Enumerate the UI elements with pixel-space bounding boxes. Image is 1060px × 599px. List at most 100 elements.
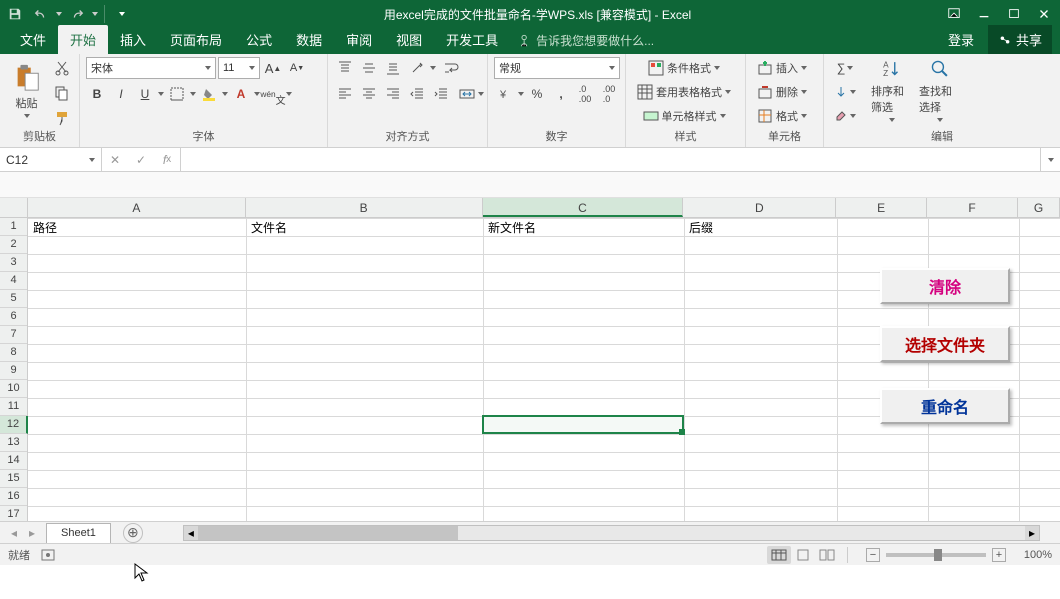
row-header-17[interactable]: 17 — [0, 506, 27, 521]
add-sheet-button[interactable]: ⊕ — [123, 523, 143, 543]
close-button[interactable] — [1032, 2, 1056, 26]
col-header-B[interactable]: B — [246, 198, 483, 217]
decrease-decimal-button[interactable]: .00.0 — [598, 83, 620, 105]
phonetic-button[interactable]: wén文 — [262, 83, 284, 105]
autosum-button[interactable]: ∑ — [830, 57, 860, 79]
tab-home[interactable]: 开始 — [58, 25, 108, 54]
insert-function-button[interactable]: fx — [154, 149, 180, 171]
cell-C1[interactable]: 新文件名 — [485, 218, 539, 237]
number-format-combo[interactable]: 常规 — [494, 57, 620, 79]
align-right-button[interactable] — [382, 83, 404, 105]
view-normal-button[interactable] — [767, 546, 791, 564]
row-header-6[interactable]: 6 — [0, 308, 27, 326]
row-header-1[interactable]: 1 — [0, 218, 27, 236]
format-cells-button[interactable]: 格式 — [752, 105, 812, 127]
macro-record-button[interactable] — [38, 547, 58, 563]
row-header-4[interactable]: 4 — [0, 272, 27, 290]
col-header-G[interactable]: G — [1018, 198, 1060, 217]
cell-D1[interactable]: 后缀 — [686, 218, 716, 237]
view-page-layout-button[interactable] — [791, 546, 815, 564]
zoom-out-button[interactable]: − — [866, 548, 880, 562]
format-painter-button[interactable] — [51, 107, 73, 129]
wrap-text-button[interactable] — [438, 57, 464, 79]
font-name-combo[interactable]: 宋体 — [86, 57, 216, 79]
sheet-tab[interactable]: Sheet1 — [46, 523, 111, 543]
save-button[interactable] — [4, 3, 26, 25]
ribbon-options-button[interactable] — [942, 2, 966, 26]
tab-insert[interactable]: 插入 — [108, 25, 158, 54]
row-header-15[interactable]: 15 — [0, 470, 27, 488]
formula-expand-button[interactable] — [1040, 148, 1060, 171]
bold-button[interactable]: B — [86, 83, 108, 105]
sort-filter-button[interactable]: AZ 排序和筛选 — [870, 57, 914, 123]
row-header-11[interactable]: 11 — [0, 398, 27, 416]
align-center-button[interactable] — [358, 83, 380, 105]
align-top-button[interactable] — [334, 57, 356, 79]
col-header-F[interactable]: F — [927, 198, 1018, 217]
zoom-slider[interactable] — [886, 553, 986, 557]
cut-button[interactable] — [51, 57, 73, 79]
cancel-formula-button[interactable]: ✕ — [102, 149, 128, 171]
font-size-combo[interactable]: 11 — [218, 57, 260, 79]
paste-button[interactable]: 粘贴 — [6, 57, 47, 123]
col-header-E[interactable]: E — [836, 198, 927, 217]
merge-button[interactable] — [454, 83, 489, 105]
find-select-button[interactable]: 查找和选择 — [918, 57, 962, 123]
increase-font-button[interactable]: A▲ — [262, 57, 284, 79]
table-format-button[interactable]: 套用表格格式 — [632, 81, 736, 103]
italic-button[interactable]: I — [110, 83, 132, 105]
align-bottom-button[interactable] — [382, 57, 404, 79]
tab-review[interactable]: 审阅 — [334, 25, 384, 54]
row-header-2[interactable]: 2 — [0, 236, 27, 254]
share-button[interactable]: 共享 — [988, 25, 1052, 54]
row-header-10[interactable]: 10 — [0, 380, 27, 398]
orientation-button[interactable] — [406, 57, 428, 79]
login-button[interactable]: 登录 — [940, 26, 982, 53]
fill-color-button[interactable] — [198, 83, 220, 105]
increase-indent-button[interactable] — [430, 83, 452, 105]
sheet-nav-last[interactable]: ▸ — [24, 525, 40, 541]
delete-cells-button[interactable]: 删除 — [752, 81, 812, 103]
comma-button[interactable]: , — [550, 83, 572, 105]
sheet-nav-first[interactable]: ◂ — [6, 525, 22, 541]
increase-decimal-button[interactable]: .0.00 — [574, 83, 596, 105]
fill-handle[interactable] — [679, 429, 685, 435]
accounting-button[interactable]: ¥ — [494, 83, 516, 105]
row-header-16[interactable]: 16 — [0, 488, 27, 506]
align-left-button[interactable] — [334, 83, 356, 105]
row-header-8[interactable]: 8 — [0, 344, 27, 362]
tab-formula[interactable]: 公式 — [234, 25, 284, 54]
zoom-in-button[interactable]: + — [992, 548, 1006, 562]
macro-button-0[interactable]: 清除 — [880, 268, 1010, 304]
row-header-7[interactable]: 7 — [0, 326, 27, 344]
clear-button[interactable] — [830, 105, 860, 127]
tab-dev[interactable]: 开发工具 — [434, 25, 510, 54]
decrease-indent-button[interactable] — [406, 83, 428, 105]
col-header-A[interactable]: A — [28, 198, 246, 217]
row-header-13[interactable]: 13 — [0, 434, 27, 452]
tell-me-search[interactable]: 告诉我您想要做什么... — [510, 27, 662, 54]
underline-button[interactable]: U — [134, 83, 156, 105]
active-cell-selection[interactable] — [482, 415, 684, 434]
maximize-button[interactable] — [1002, 2, 1026, 26]
row-header-12[interactable]: 12 — [0, 416, 28, 434]
macro-button-1[interactable]: 选择文件夹 — [880, 326, 1010, 362]
tab-data[interactable]: 数据 — [284, 25, 334, 54]
border-button[interactable] — [166, 83, 188, 105]
fill-button[interactable] — [830, 81, 860, 103]
tab-file[interactable]: 文件 — [8, 25, 58, 54]
row-header-5[interactable]: 5 — [0, 290, 27, 308]
select-all-corner[interactable] — [0, 198, 28, 217]
row-header-14[interactable]: 14 — [0, 452, 27, 470]
row-header-3[interactable]: 3 — [0, 254, 27, 272]
cell-styles-button[interactable]: 单元格样式 — [632, 105, 736, 127]
tab-layout[interactable]: 页面布局 — [158, 25, 234, 54]
tab-view[interactable]: 视图 — [384, 25, 434, 54]
copy-button[interactable] — [51, 82, 73, 104]
percent-button[interactable]: % — [526, 83, 548, 105]
col-header-D[interactable]: D — [683, 198, 836, 217]
row-header-9[interactable]: 9 — [0, 362, 27, 380]
enter-formula-button[interactable]: ✓ — [128, 149, 154, 171]
font-color-button[interactable]: A — [230, 83, 252, 105]
name-box[interactable]: C12 — [0, 148, 102, 171]
